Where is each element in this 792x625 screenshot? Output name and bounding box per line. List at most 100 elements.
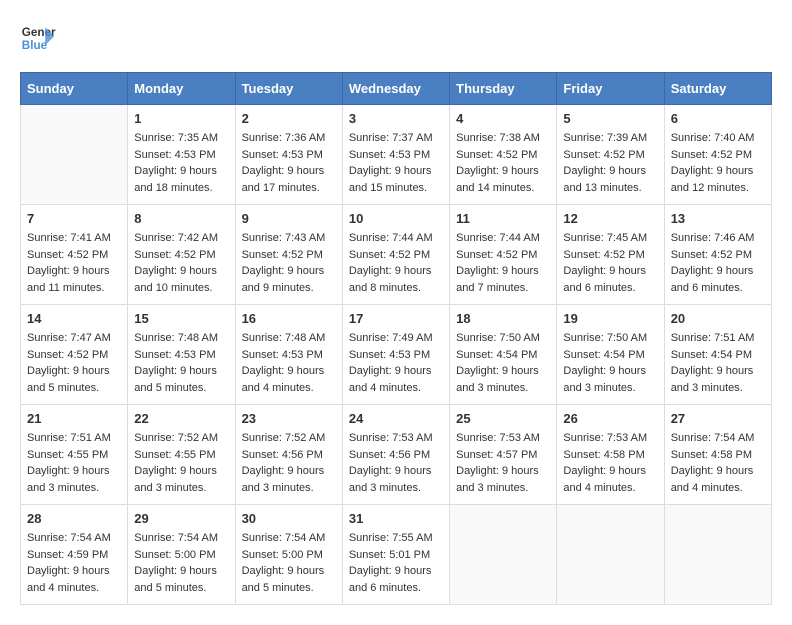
day-number: 30 bbox=[242, 511, 336, 526]
calendar-cell: 21Sunrise: 7:51 AMSunset: 4:55 PMDayligh… bbox=[21, 405, 128, 505]
day-info: Sunrise: 7:54 AMSunset: 4:59 PMDaylight:… bbox=[27, 530, 121, 596]
day-number: 11 bbox=[456, 211, 550, 226]
day-info: Sunrise: 7:39 AMSunset: 4:52 PMDaylight:… bbox=[563, 130, 657, 196]
calendar-cell: 31 Sunrise: 7:55 AMSunset: 5:01 PMDayligh… bbox=[342, 505, 449, 605]
day-number: 25 bbox=[456, 411, 550, 426]
logo: General Blue bbox=[20, 20, 56, 56]
day-info: Sunrise: 7:55 AMSunset: 5:01 PMDaylight:… bbox=[349, 530, 443, 596]
day-info: Sunrise: 7:53 AMSunset: 4:57 PMDaylight:… bbox=[456, 430, 550, 496]
day-number: 12 bbox=[563, 211, 657, 226]
week-row-4: 28 Sunrise: 7:54 AMSunset: 4:59 PMDayligh… bbox=[21, 505, 772, 605]
day-number: 18 bbox=[456, 311, 550, 326]
calendar-cell: 22 Sunrise: 7:52 AMSunset: 4:55 PMDayligh… bbox=[128, 405, 235, 505]
calendar-cell: 8 Sunrise: 7:42 AMSunset: 4:52 PMDaylight… bbox=[128, 205, 235, 305]
calendar-cell: 11 Sunrise: 7:44 AMSunset: 4:52 PMDayligh… bbox=[450, 205, 557, 305]
calendar-table: SundayMondayTuesdayWednesdayThursdayFrid… bbox=[20, 72, 772, 605]
day-header-monday: Monday bbox=[128, 73, 235, 105]
day-number: 17 bbox=[349, 311, 443, 326]
day-info: Sunrise: 7:54 AMSunset: 4:58 PMDaylight:… bbox=[671, 430, 765, 496]
day-number: 6 bbox=[671, 111, 765, 126]
logo-icon: General Blue bbox=[20, 20, 56, 56]
week-row-1: 7 Sunrise: 7:41 AMSunset: 4:52 PMDaylight… bbox=[21, 205, 772, 305]
week-row-0: 1Sunrise: 7:35 AMSunset: 4:53 PMDaylight… bbox=[21, 105, 772, 205]
day-number: 5 bbox=[563, 111, 657, 126]
day-info: Sunrise: 7:51 AMSunset: 4:54 PMDaylight:… bbox=[671, 330, 765, 396]
day-number: 21 bbox=[27, 411, 121, 426]
day-info: Sunrise: 7:42 AMSunset: 4:52 PMDaylight:… bbox=[134, 230, 228, 296]
calendar-cell: 7 Sunrise: 7:41 AMSunset: 4:52 PMDaylight… bbox=[21, 205, 128, 305]
day-info: Sunrise: 7:47 AMSunset: 4:52 PMDaylight:… bbox=[27, 330, 121, 396]
day-number: 14 bbox=[27, 311, 121, 326]
day-number: 31 bbox=[349, 511, 443, 526]
day-info: Sunrise: 7:38 AMSunset: 4:52 PMDaylight:… bbox=[456, 130, 550, 196]
day-number: 4 bbox=[456, 111, 550, 126]
calendar-cell bbox=[664, 505, 771, 605]
day-number: 1 bbox=[134, 111, 228, 126]
calendar-cell: 2 Sunrise: 7:36 AMSunset: 4:53 PMDaylight… bbox=[235, 105, 342, 205]
day-number: 28 bbox=[27, 511, 121, 526]
day-header-wednesday: Wednesday bbox=[342, 73, 449, 105]
calendar-header: SundayMondayTuesdayWednesdayThursdayFrid… bbox=[21, 73, 772, 105]
day-number: 16 bbox=[242, 311, 336, 326]
calendar-cell bbox=[557, 505, 664, 605]
calendar-cell: 4 Sunrise: 7:38 AMSunset: 4:52 PMDaylight… bbox=[450, 105, 557, 205]
day-number: 2 bbox=[242, 111, 336, 126]
day-number: 27 bbox=[671, 411, 765, 426]
calendar-cell: 24Sunrise: 7:53 AMSunset: 4:56 PMDayligh… bbox=[342, 405, 449, 505]
day-number: 19 bbox=[563, 311, 657, 326]
calendar-cell: 10Sunrise: 7:44 AMSunset: 4:52 PMDayligh… bbox=[342, 205, 449, 305]
calendar-cell: 5 Sunrise: 7:39 AMSunset: 4:52 PMDaylight… bbox=[557, 105, 664, 205]
day-info: Sunrise: 7:50 AMSunset: 4:54 PMDaylight:… bbox=[563, 330, 657, 396]
calendar-cell: 9Sunrise: 7:43 AMSunset: 4:52 PMDaylight… bbox=[235, 205, 342, 305]
day-number: 23 bbox=[242, 411, 336, 426]
calendar-cell: 12 Sunrise: 7:45 AMSunset: 4:52 PMDayligh… bbox=[557, 205, 664, 305]
day-info: Sunrise: 7:54 AMSunset: 5:00 PMDaylight:… bbox=[242, 530, 336, 596]
calendar-cell: 28 Sunrise: 7:54 AMSunset: 4:59 PMDayligh… bbox=[21, 505, 128, 605]
day-number: 8 bbox=[134, 211, 228, 226]
calendar-cell: 19 Sunrise: 7:50 AMSunset: 4:54 PMDayligh… bbox=[557, 305, 664, 405]
calendar-cell: 29 Sunrise: 7:54 AMSunset: 5:00 PMDayligh… bbox=[128, 505, 235, 605]
day-header-friday: Friday bbox=[557, 73, 664, 105]
calendar-cell: 27 Sunrise: 7:54 AMSunset: 4:58 PMDayligh… bbox=[664, 405, 771, 505]
calendar-cell: 25 Sunrise: 7:53 AMSunset: 4:57 PMDayligh… bbox=[450, 405, 557, 505]
page-header: General Blue bbox=[20, 20, 772, 56]
day-info: Sunrise: 7:45 AMSunset: 4:52 PMDaylight:… bbox=[563, 230, 657, 296]
calendar-cell bbox=[21, 105, 128, 205]
day-info: Sunrise: 7:37 AMSunset: 4:53 PMDaylight:… bbox=[349, 130, 443, 196]
svg-text:Blue: Blue bbox=[22, 39, 48, 52]
calendar-cell: 15Sunrise: 7:48 AMSunset: 4:53 PMDayligh… bbox=[128, 305, 235, 405]
day-info: Sunrise: 7:43 AMSunset: 4:52 PMDaylight:… bbox=[242, 230, 336, 296]
calendar-cell: 14 Sunrise: 7:47 AMSunset: 4:52 PMDayligh… bbox=[21, 305, 128, 405]
day-info: Sunrise: 7:50 AMSunset: 4:54 PMDaylight:… bbox=[456, 330, 550, 396]
day-number: 13 bbox=[671, 211, 765, 226]
day-info: Sunrise: 7:46 AMSunset: 4:52 PMDaylight:… bbox=[671, 230, 765, 296]
day-number: 29 bbox=[134, 511, 228, 526]
calendar-cell: 6 Sunrise: 7:40 AMSunset: 4:52 PMDaylight… bbox=[664, 105, 771, 205]
day-number: 7 bbox=[27, 211, 121, 226]
week-row-3: 21Sunrise: 7:51 AMSunset: 4:55 PMDayligh… bbox=[21, 405, 772, 505]
calendar-cell: 17 Sunrise: 7:49 AMSunset: 4:53 PMDayligh… bbox=[342, 305, 449, 405]
calendar-body: 1Sunrise: 7:35 AMSunset: 4:53 PMDaylight… bbox=[21, 105, 772, 605]
day-info: Sunrise: 7:52 AMSunset: 4:56 PMDaylight:… bbox=[242, 430, 336, 496]
day-info: Sunrise: 7:44 AMSunset: 4:52 PMDaylight:… bbox=[456, 230, 550, 296]
day-info: Sunrise: 7:48 AMSunset: 4:53 PMDaylight:… bbox=[242, 330, 336, 396]
week-row-2: 14 Sunrise: 7:47 AMSunset: 4:52 PMDayligh… bbox=[21, 305, 772, 405]
calendar-cell: 23 Sunrise: 7:52 AMSunset: 4:56 PMDayligh… bbox=[235, 405, 342, 505]
day-header-tuesday: Tuesday bbox=[235, 73, 342, 105]
day-info: Sunrise: 7:52 AMSunset: 4:55 PMDaylight:… bbox=[134, 430, 228, 496]
day-number: 3 bbox=[349, 111, 443, 126]
day-info: Sunrise: 7:49 AMSunset: 4:53 PMDaylight:… bbox=[349, 330, 443, 396]
day-header-sunday: Sunday bbox=[21, 73, 128, 105]
day-number: 20 bbox=[671, 311, 765, 326]
day-info: Sunrise: 7:54 AMSunset: 5:00 PMDaylight:… bbox=[134, 530, 228, 596]
day-info: Sunrise: 7:36 AMSunset: 4:53 PMDaylight:… bbox=[242, 130, 336, 196]
calendar-cell: 3 Sunrise: 7:37 AMSunset: 4:53 PMDaylight… bbox=[342, 105, 449, 205]
calendar-cell: 13 Sunrise: 7:46 AMSunset: 4:52 PMDayligh… bbox=[664, 205, 771, 305]
day-number: 22 bbox=[134, 411, 228, 426]
day-info: Sunrise: 7:40 AMSunset: 4:52 PMDaylight:… bbox=[671, 130, 765, 196]
calendar-cell: 1Sunrise: 7:35 AMSunset: 4:53 PMDaylight… bbox=[128, 105, 235, 205]
calendar-cell: 16 Sunrise: 7:48 AMSunset: 4:53 PMDayligh… bbox=[235, 305, 342, 405]
day-info: Sunrise: 7:53 AMSunset: 4:58 PMDaylight:… bbox=[563, 430, 657, 496]
day-info: Sunrise: 7:41 AMSunset: 4:52 PMDaylight:… bbox=[27, 230, 121, 296]
day-number: 15 bbox=[134, 311, 228, 326]
